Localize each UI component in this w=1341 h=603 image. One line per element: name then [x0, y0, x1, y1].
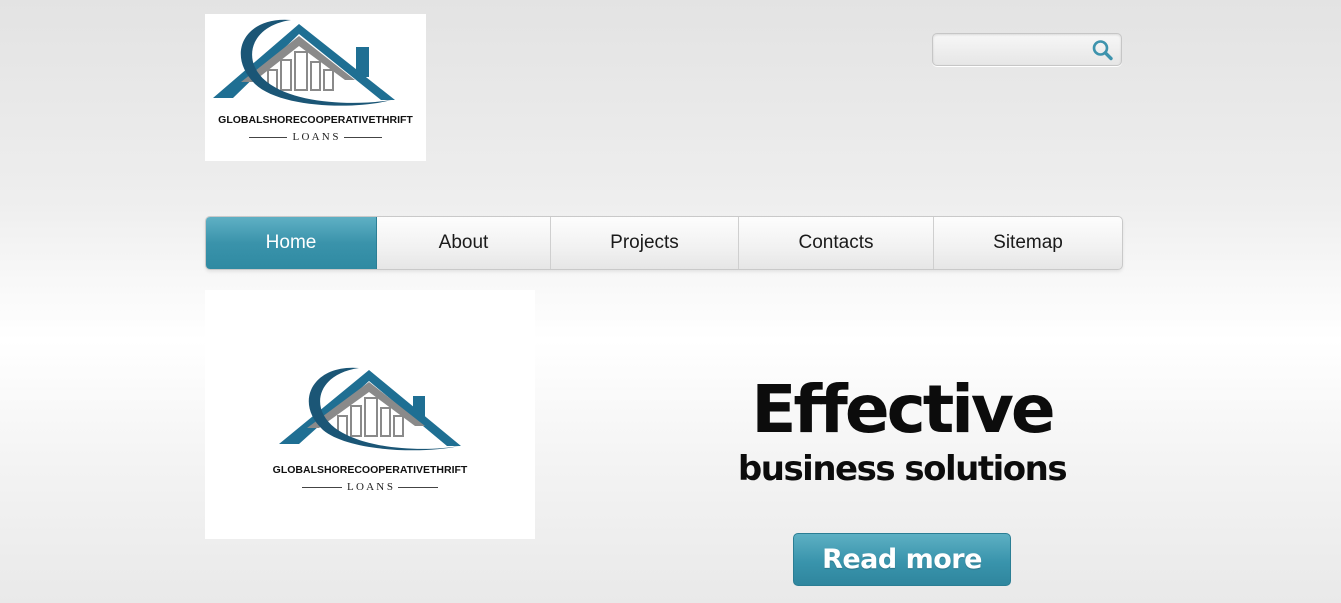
- search-button[interactable]: [1091, 39, 1115, 61]
- read-more-button[interactable]: Read more: [793, 533, 1011, 586]
- banner-image: GLOBALSHORECOOPERATIVETHRIFT L O A N S: [205, 290, 535, 539]
- divider: [249, 136, 288, 138]
- logo-name-text: GLOBALSHORECOOPERATIVETHRIFT: [272, 464, 468, 476]
- house-logo-icon: [213, 19, 395, 106]
- house-logo-icon: [279, 367, 461, 451]
- logo-tagline-row: L O A N S: [205, 131, 426, 143]
- nav-contacts[interactable]: Contacts: [739, 217, 934, 269]
- search-input[interactable]: [939, 39, 1091, 62]
- nav-home[interactable]: Home: [206, 217, 377, 269]
- header-logo[interactable]: GLOBALSHORECOOPERATIVETHRIFT L O A N S: [205, 14, 426, 161]
- divider: [301, 486, 342, 488]
- nav-projects[interactable]: Projects: [551, 217, 739, 269]
- logo-tagline: L O A N S: [346, 481, 394, 493]
- nav-about[interactable]: About: [377, 217, 551, 269]
- search-box: [932, 33, 1122, 66]
- main-nav: Home About Projects Contacts Sitemap: [205, 216, 1123, 270]
- divider: [343, 136, 382, 138]
- search-icon: [1092, 40, 1113, 61]
- logo-tagline: L O A N S: [292, 131, 339, 143]
- logo-name-text: GLOBALSHORECOOPERATIVETHRIFT: [218, 114, 413, 126]
- logo-tagline-row: L O A N S: [205, 481, 535, 493]
- banner-headline: Effective: [751, 371, 1055, 448]
- banner-subhead: business solutions: [737, 449, 1068, 489]
- nav-sitemap[interactable]: Sitemap: [934, 217, 1122, 269]
- divider: [398, 486, 439, 488]
